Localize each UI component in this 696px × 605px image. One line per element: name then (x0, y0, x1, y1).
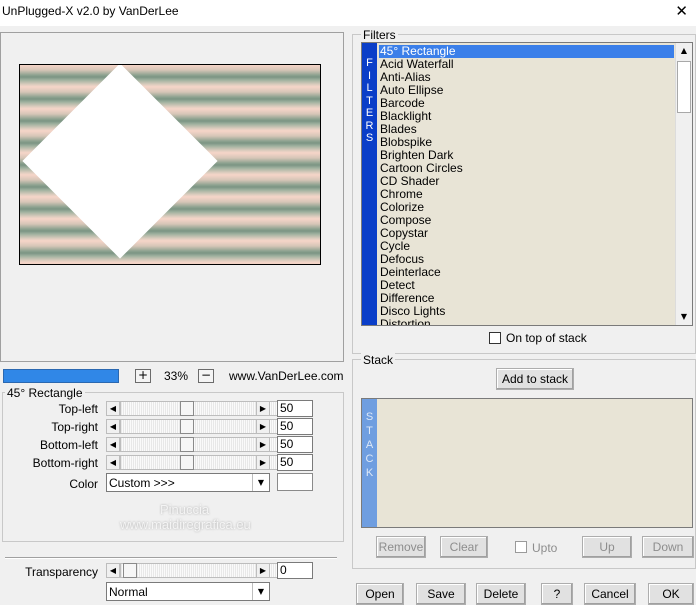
top-left-value[interactable]: 50 (277, 400, 313, 417)
remove-button[interactable]: Remove (376, 536, 426, 558)
delete-button[interactable]: Delete (476, 583, 526, 605)
bottom-right-slider-thumb[interactable] (180, 455, 194, 470)
save-button[interactable]: Save (416, 583, 466, 605)
top-left-decrease-arrow[interactable]: ◀ (106, 401, 120, 416)
watermark: Pinuccia www.maidiregrafica.eu (120, 502, 251, 532)
upto-checkbox[interactable] (515, 541, 527, 553)
band-letter: T (366, 94, 373, 107)
band-letter: K (365, 467, 374, 479)
zoom-in-button[interactable]: + (135, 369, 151, 383)
color-swatch[interactable] (277, 473, 313, 491)
transparency-increase-arrow[interactable]: ▶ (256, 563, 270, 578)
bottom-left-label: Bottom-left (39, 438, 98, 452)
filters-list[interactable]: FILTERS 45° Rectangle Acid Waterfall Anti-… (361, 42, 693, 326)
params-group-title: 45° Rectangle (5, 386, 85, 400)
help-button[interactable]: ? (541, 583, 573, 605)
upto-label: Upto (532, 541, 558, 555)
open-button[interactable]: Open (356, 583, 404, 605)
bottom-left-slider-thumb[interactable] (180, 437, 194, 452)
blend-mode-select[interactable]: Normal ▼ (106, 582, 270, 601)
band-letter: L (366, 82, 373, 94)
separator (5, 557, 337, 559)
color-select-value: Custom >>> (109, 476, 175, 490)
band-letter: T (366, 425, 373, 437)
up-button[interactable]: Up (582, 536, 632, 558)
add-to-stack-button[interactable]: Add to stack (496, 368, 574, 390)
chevron-down-icon: ▼ (252, 474, 269, 491)
filters-band: FILTERS (362, 43, 377, 325)
top-left-label: Top-left (58, 402, 98, 416)
stack-list[interactable]: STACK (361, 398, 693, 528)
band-letter: I (367, 69, 372, 82)
stack-group-title: Stack (361, 353, 396, 367)
watermark-site: www.maidiregrafica.eu (120, 517, 251, 532)
bottom-left-decrease-arrow[interactable]: ◀ (106, 437, 120, 452)
close-icon[interactable]: ✕ (675, 2, 688, 20)
zoom-out-button[interactable]: − (198, 369, 214, 383)
watermark-name: Pinuccia (160, 502, 210, 517)
stack-band: STACK (362, 399, 377, 527)
title-bar: UnPlugged-X v2.0 by VanDerLee ✕ (0, 0, 696, 26)
top-right-decrease-arrow[interactable]: ◀ (106, 419, 120, 434)
band-letter: S (365, 132, 374, 144)
scrollbar-thumb[interactable] (677, 61, 691, 113)
blend-mode-value: Normal (109, 585, 148, 599)
transparency-value[interactable]: 0 (277, 562, 313, 579)
website-link[interactable]: www.VanDerLee.com (229, 368, 344, 384)
top-right-label: Top-right (51, 420, 98, 434)
bottom-left-value[interactable]: 50 (277, 436, 313, 453)
down-button[interactable]: Down (642, 536, 694, 558)
on-top-label: On top of stack (506, 331, 587, 345)
bottom-right-increase-arrow[interactable]: ▶ (256, 455, 270, 470)
ok-button[interactable]: OK (648, 583, 694, 605)
filters-group-title: Filters (361, 28, 398, 42)
filters-scrollbar[interactable]: ▲ ▼ (675, 43, 692, 325)
top-left-slider-thumb[interactable] (180, 401, 194, 416)
band-letter: E (365, 107, 374, 119)
color-label: Color (69, 477, 98, 491)
top-right-increase-arrow[interactable]: ▶ (256, 419, 270, 434)
band-letter: A (365, 439, 374, 451)
band-letter: S (365, 411, 374, 423)
band-letter: F (366, 57, 373, 69)
on-top-checkbox[interactable] (489, 332, 501, 344)
transparency-decrease-arrow[interactable]: ◀ (106, 563, 120, 578)
bottom-right-value[interactable]: 50 (277, 454, 313, 471)
top-left-increase-arrow[interactable]: ▶ (256, 401, 270, 416)
bottom-left-increase-arrow[interactable]: ▶ (256, 437, 270, 452)
zoom-level: 33% (163, 369, 189, 383)
scroll-down-icon[interactable]: ▼ (676, 309, 692, 325)
bottom-right-decrease-arrow[interactable]: ◀ (106, 455, 120, 470)
band-letter: R (365, 119, 374, 132)
color-select[interactable]: Custom >>> ▼ (106, 473, 270, 492)
clear-button[interactable]: Clear (440, 536, 488, 558)
window-title: UnPlugged-X v2.0 by VanDerLee (2, 4, 179, 18)
preview-image[interactable] (19, 64, 321, 265)
cancel-button[interactable]: Cancel (584, 583, 636, 605)
scroll-up-icon[interactable]: ▲ (676, 43, 692, 59)
top-right-value[interactable]: 50 (277, 418, 313, 435)
bottom-right-label: Bottom-right (32, 456, 98, 470)
chevron-down-icon: ▼ (252, 583, 269, 600)
transparency-label: Transparency (25, 565, 98, 579)
band-letter: C (365, 453, 374, 465)
progress-bar (3, 369, 119, 383)
transparency-slider-thumb[interactable] (123, 563, 137, 578)
filter-item[interactable]: Distortion (379, 318, 431, 326)
top-right-slider-thumb[interactable] (180, 419, 194, 434)
rectangle-shape (22, 65, 218, 259)
